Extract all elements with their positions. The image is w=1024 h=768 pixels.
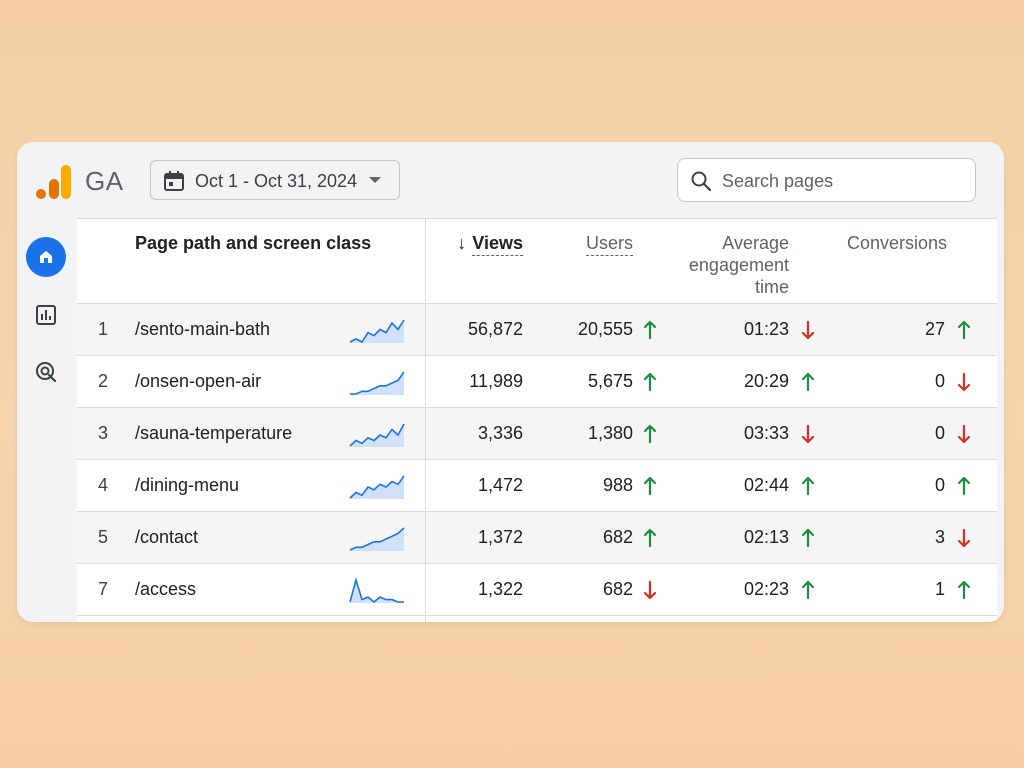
page-path-link[interactable]: /access xyxy=(135,578,196,600)
arrow-down-icon xyxy=(957,372,971,392)
sparkline-chart xyxy=(349,319,405,344)
table-row[interactable]: 7/access 1,322 682 02:23 1 xyxy=(77,564,997,616)
row-rank: 5 xyxy=(97,527,108,547)
page-path-link[interactable]: /contact xyxy=(135,526,198,548)
chevron-down-icon xyxy=(369,177,381,183)
table-row[interactable]: 3/sauna-temperature 3,336 1,380 03:33 0 xyxy=(77,408,997,460)
arrow-down-icon xyxy=(643,580,657,600)
arrow-up-icon xyxy=(801,580,815,600)
sort-descending-icon: ↓ xyxy=(457,233,467,253)
search-icon xyxy=(691,171,712,192)
table-row[interactable]: 2/onsen-open-air 11,989 5,675 20:29 0 xyxy=(77,356,997,408)
header-users[interactable]: Users xyxy=(557,232,633,256)
row-rank: 1 xyxy=(97,319,108,339)
table-row[interactable]: 4/dining-menu 1,472 988 02:44 0 xyxy=(77,460,997,512)
top-bar: GA Oct 1 - Oct 31, 2024 xyxy=(17,142,1004,218)
table-header: Page path and screen class ↓ Views Users … xyxy=(77,218,997,304)
arrow-up-icon xyxy=(801,372,815,392)
arrow-up-icon xyxy=(643,528,657,548)
table-row[interactable]: 1/sento-main-bath 56,872 20,555 01:23 27 xyxy=(77,304,997,356)
calendar-icon xyxy=(164,171,184,191)
header-views[interactable]: ↓ Views xyxy=(449,232,523,256)
brand-name: GA xyxy=(85,166,124,196)
header-users-label: Users xyxy=(585,233,633,256)
engagement-value: 03:33 xyxy=(743,423,789,443)
engagement-value: 02:13 xyxy=(743,527,789,547)
header-engagement-time[interactable]: Average engagement time xyxy=(673,232,789,298)
users-value: 5,675 xyxy=(587,371,633,391)
views-value: 3,336 xyxy=(477,423,523,443)
conversions-value: 0 xyxy=(934,423,945,443)
reports-icon[interactable] xyxy=(34,303,58,327)
arrow-down-icon xyxy=(801,320,815,340)
sparkline-chart xyxy=(349,577,404,604)
sparkline-area xyxy=(350,372,404,395)
arrow-down-icon xyxy=(801,424,815,444)
search-box[interactable] xyxy=(677,158,976,202)
row-rank: 7 xyxy=(97,579,108,599)
header-conversions[interactable]: Conversions xyxy=(831,232,947,254)
analytics-card: GA Oct 1 - Oct 31, 2024 Search pages Pag… xyxy=(17,142,1004,622)
conversions-value: 0 xyxy=(934,475,945,495)
page-path-link[interactable]: /sento-main-bath xyxy=(135,318,270,340)
header-page-path[interactable]: Page path and screen class xyxy=(135,232,371,254)
explore-icon[interactable] xyxy=(34,359,58,383)
engagement-value: 01:23 xyxy=(743,319,789,339)
sparkline-chart xyxy=(349,475,405,499)
date-range-label: Oct 1 - Oct 31, 2024 xyxy=(195,171,358,191)
page-path-link[interactable]: /sauna-temperature xyxy=(135,422,292,444)
row-rank: 4 xyxy=(97,475,108,495)
views-value: 11,989 xyxy=(469,371,523,391)
engagement-value: 02:44 xyxy=(743,475,789,495)
arrow-up-icon xyxy=(643,320,657,340)
users-value: 682 xyxy=(602,579,633,599)
conversions-value: 27 xyxy=(924,319,945,339)
sparkline-chart xyxy=(349,527,405,551)
arrow-down-icon xyxy=(957,528,971,548)
conversions-value: 1 xyxy=(934,579,945,599)
arrow-up-icon xyxy=(801,476,815,496)
arrow-down-icon xyxy=(957,424,971,444)
users-value: 988 xyxy=(602,475,633,495)
sparkline-chart xyxy=(350,371,405,395)
engagement-value: 20:29 xyxy=(743,371,789,391)
arrow-up-icon xyxy=(957,320,971,340)
page-path-link[interactable]: /onsen-open-air xyxy=(135,370,261,392)
arrow-up-icon xyxy=(801,528,815,548)
pages-table: Page path and screen class ↓ Views Users … xyxy=(77,218,997,622)
sparkline-chart xyxy=(349,423,405,447)
arrow-up-icon xyxy=(957,476,971,496)
search-input[interactable] xyxy=(720,168,964,194)
engagement-value: 02:23 xyxy=(743,579,789,599)
arrow-up-icon xyxy=(957,580,971,600)
views-value: 1,372 xyxy=(477,527,523,547)
arrow-up-icon xyxy=(643,476,657,496)
views-value: 1,472 xyxy=(477,475,523,495)
arrow-up-icon xyxy=(643,424,657,444)
sparkline-area xyxy=(350,424,404,447)
conversions-value: 0 xyxy=(934,371,945,391)
header-views-label: Views xyxy=(472,233,523,256)
row-rank: 2 xyxy=(97,371,108,391)
analytics-logo-icon xyxy=(36,165,71,199)
users-value: 1,380 xyxy=(587,423,633,443)
home-icon xyxy=(40,251,52,263)
row-rank: 3 xyxy=(97,423,108,443)
views-value: 56,872 xyxy=(467,319,523,339)
users-value: 682 xyxy=(602,527,633,547)
date-range-picker[interactable]: Oct 1 - Oct 31, 2024 xyxy=(150,160,400,200)
views-value: 1,322 xyxy=(477,579,523,599)
conversions-value: 3 xyxy=(934,527,945,547)
arrow-up-icon xyxy=(643,372,657,392)
sidebar xyxy=(17,218,77,622)
page-path-link[interactable]: /dining-menu xyxy=(135,474,239,496)
column-divider xyxy=(425,218,426,622)
nav-home-button[interactable] xyxy=(26,237,66,277)
users-value: 20,555 xyxy=(577,319,633,339)
table-row[interactable]: 5/contact 1,372 682 02:13 3 xyxy=(77,512,997,564)
